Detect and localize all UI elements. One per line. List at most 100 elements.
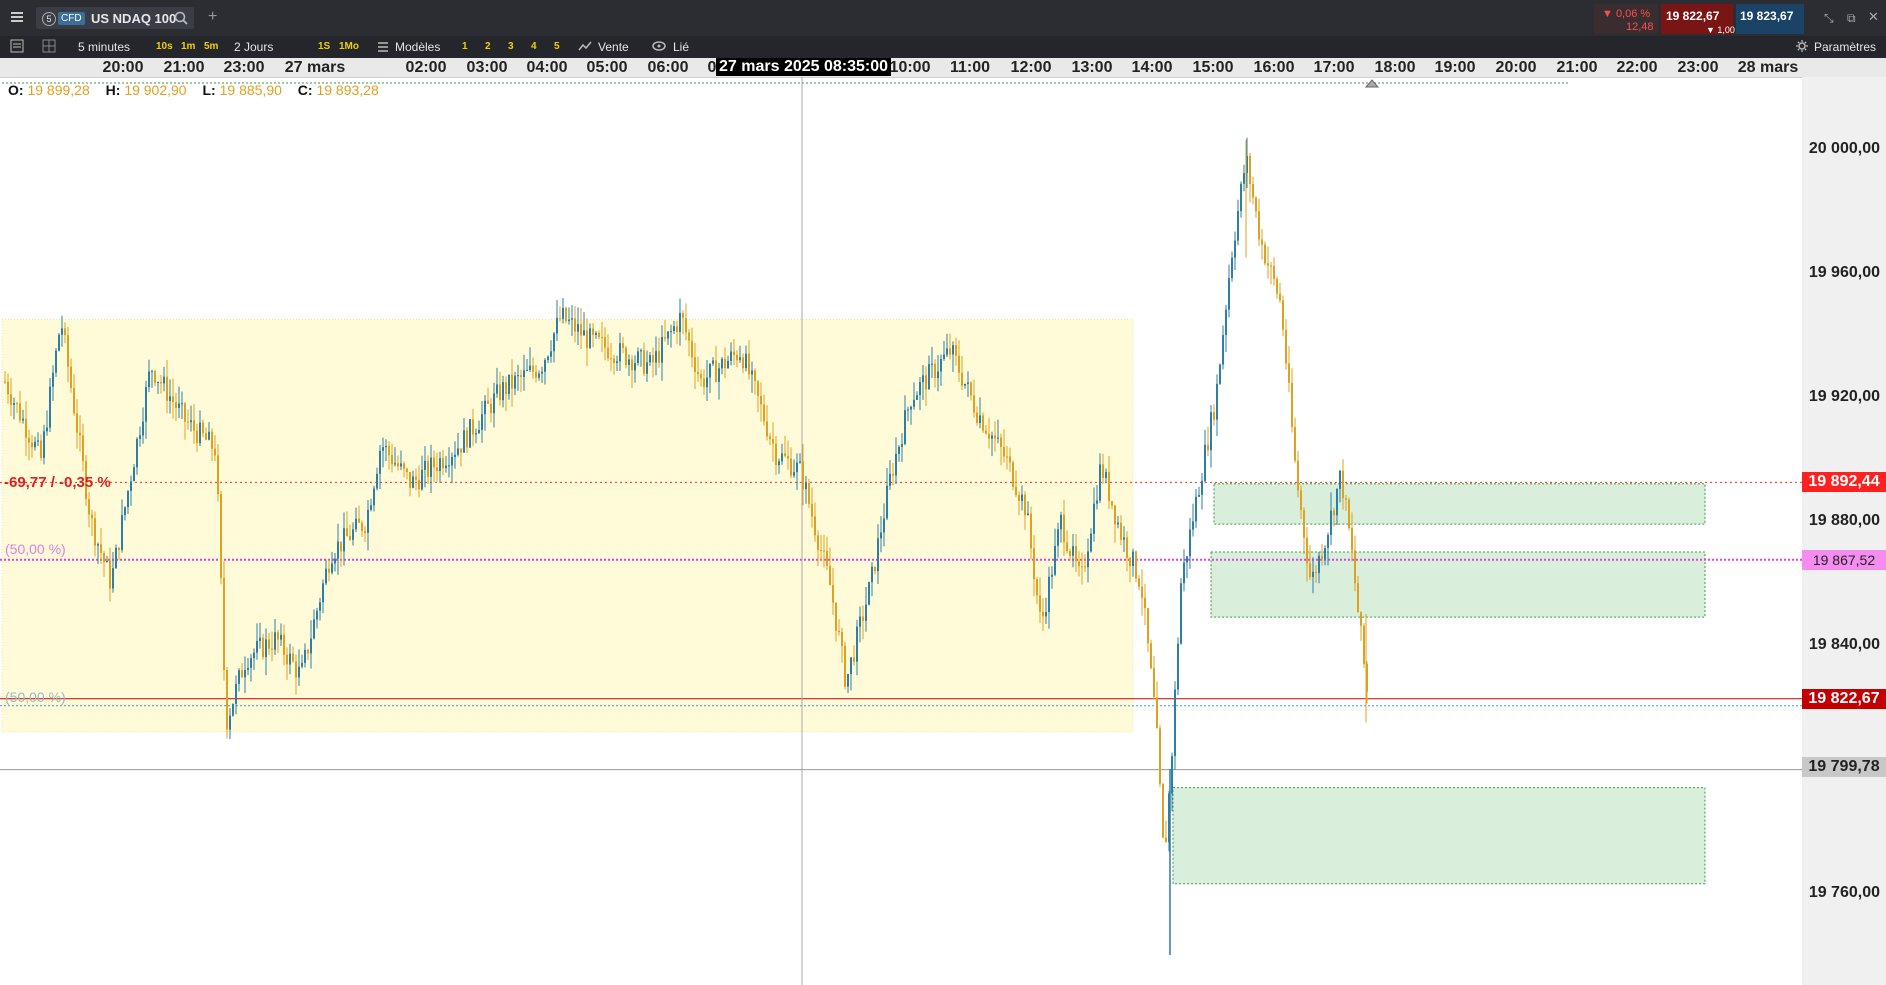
- layout-icon[interactable]: [42, 39, 56, 55]
- timeframe-select[interactable]: 5 minutes: [78, 39, 130, 55]
- candle-body: [283, 634, 285, 655]
- candle-body: [751, 370, 753, 375]
- time-label: 21:00: [1556, 59, 1598, 76]
- candle-body: [316, 610, 318, 620]
- lie-button[interactable]: Lié: [673, 39, 689, 55]
- menu-icon[interactable]: [10, 10, 24, 28]
- range-select[interactable]: 2 Jours: [234, 39, 273, 55]
- candle-body: [1306, 537, 1308, 564]
- layout-slot-3[interactable]: 3: [508, 39, 514, 55]
- candle-body: [835, 602, 837, 631]
- quick-tf-1m[interactable]: 1m: [181, 39, 195, 55]
- candle-body: [337, 541, 339, 559]
- candle-body: [1012, 462, 1014, 487]
- vente-button[interactable]: Vente: [598, 39, 629, 55]
- candle-body: [658, 351, 660, 363]
- candle-body: [703, 378, 705, 388]
- candle-body: [985, 430, 987, 434]
- candle-body: [814, 516, 816, 536]
- candle-body: [1009, 456, 1011, 463]
- candle-body: [325, 568, 327, 584]
- candle-body: [250, 658, 252, 668]
- candle-body: [502, 382, 504, 401]
- candle-body: [721, 358, 723, 369]
- candle-body: [1294, 426, 1296, 461]
- popout-icon[interactable]: ⧉: [1847, 10, 1856, 26]
- candle-body: [322, 583, 324, 603]
- candle-body: [355, 518, 357, 530]
- models-icon[interactable]: [376, 39, 390, 55]
- candle-body: [850, 657, 852, 675]
- settings-icon[interactable]: [1795, 39, 1809, 55]
- link-icon[interactable]: [651, 39, 667, 55]
- candle-body: [1351, 528, 1353, 551]
- candle-body: [484, 400, 486, 415]
- time-axis[interactable]: 20:00 21:00 23:00 27 mars 02:00 03:00 04…: [0, 58, 1886, 78]
- search-icon[interactable]: [174, 11, 188, 29]
- candle-body: [1078, 561, 1080, 567]
- vente-icon[interactable]: [578, 39, 592, 55]
- candle-body: [40, 440, 42, 458]
- candle-body: [790, 458, 792, 476]
- quick-tf-5m[interactable]: 5m: [204, 39, 218, 55]
- collapse-icon[interactable]: ⤡: [1824, 10, 1834, 26]
- layout-slot-5[interactable]: 5: [554, 39, 560, 55]
- candle-body: [748, 353, 750, 375]
- layout-slot-1[interactable]: 1: [462, 39, 468, 55]
- range-1mo[interactable]: 1Mo: [339, 39, 359, 55]
- close-icon[interactable]: ✕: [1868, 9, 1879, 25]
- candle-body: [217, 455, 219, 495]
- candle-body: [367, 509, 369, 533]
- instrument-name[interactable]: US NDAQ 100: [91, 11, 176, 27]
- candle-body: [1309, 563, 1311, 578]
- time-label: 14:00: [1131, 59, 1173, 76]
- candle-body: [160, 382, 162, 384]
- candle-body: [271, 648, 273, 650]
- candle-body: [334, 558, 336, 564]
- candle-body: [1255, 197, 1257, 212]
- candle-body: [97, 544, 99, 546]
- add-tab-icon[interactable]: +: [208, 9, 217, 25]
- candle-body: [1327, 534, 1329, 549]
- candle-body: [1339, 470, 1341, 489]
- models-button[interactable]: Modèles: [395, 39, 440, 55]
- candle-body: [1195, 496, 1197, 522]
- candle-body: [478, 429, 480, 434]
- candle-body: [787, 455, 789, 459]
- candle-body: [1105, 471, 1107, 478]
- candle-body: [1231, 257, 1233, 279]
- ohlc-readout: O: 19 899,28 H: 19 902,90 L: 19 885,90 C…: [8, 82, 391, 98]
- quick-tf-10s[interactable]: 10s: [156, 39, 173, 55]
- candle-body: [865, 604, 867, 621]
- panel-icon[interactable]: [10, 39, 24, 55]
- candle-body: [25, 418, 27, 438]
- candle-body: [163, 376, 165, 384]
- candle-body: [550, 351, 552, 357]
- layout-slot-4[interactable]: 4: [531, 39, 537, 55]
- range-1s[interactable]: 1S: [318, 39, 330, 55]
- candle-body: [544, 360, 546, 372]
- candlestick-chart[interactable]: [0, 77, 1802, 985]
- candle-body: [976, 412, 978, 423]
- buy-price: 19 823,67: [1740, 9, 1794, 23]
- candle-body: [586, 330, 588, 348]
- candle-body: [220, 494, 222, 578]
- candle-body: [433, 457, 435, 468]
- candle-body: [247, 667, 249, 670]
- candle-body: [949, 348, 951, 355]
- change-abs: 12,48: [1626, 21, 1654, 33]
- candle-body: [895, 453, 897, 476]
- layout-slot-2[interactable]: 2: [485, 39, 491, 55]
- candle-body: [793, 472, 795, 476]
- candle-body: [559, 317, 561, 319]
- candle-body: [130, 481, 132, 492]
- settings-button[interactable]: Paramètres: [1814, 39, 1876, 55]
- candle-body: [1123, 537, 1125, 540]
- candle-body: [184, 403, 186, 422]
- price-axis[interactable]: 20 000,00 19 960,00 19 920,00 19 880,00 …: [1802, 77, 1886, 985]
- candle-body: [454, 454, 456, 458]
- price-label: 19 880,00: [1808, 512, 1880, 529]
- chart-plot-area[interactable]: [0, 77, 1802, 985]
- candle-body: [328, 568, 330, 573]
- candle-body: [1117, 522, 1119, 525]
